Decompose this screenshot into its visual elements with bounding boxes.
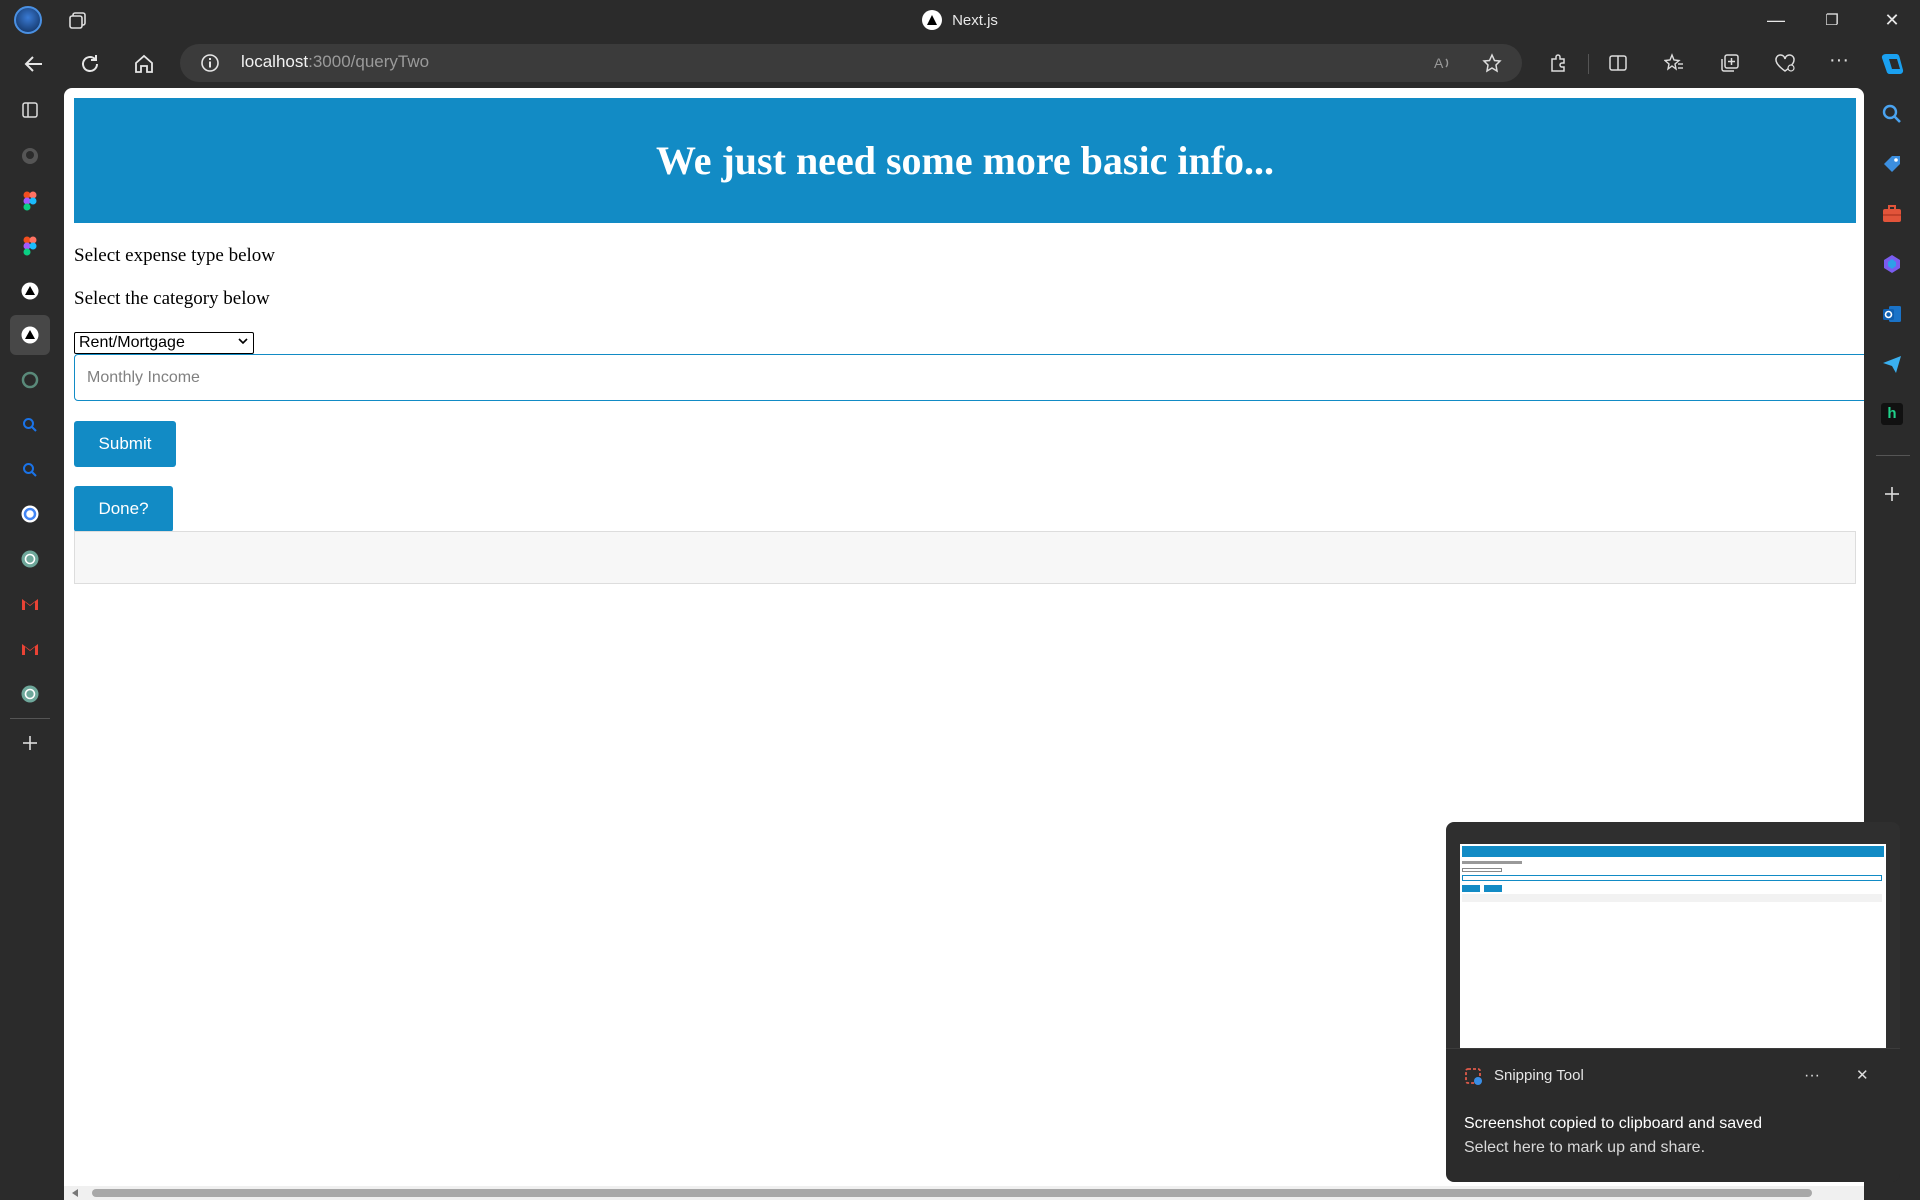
shopping-tag-icon[interactable] <box>1881 153 1903 175</box>
new-tab-plus-icon[interactable] <box>19 732 41 754</box>
category-label: Select the category below <box>74 288 270 309</box>
window-title-text: Next.js <box>952 11 998 29</box>
preview-input <box>1462 875 1882 881</box>
scroll-left-arrow-icon[interactable] <box>72 1189 78 1197</box>
nextjs-tab-icon[interactable] <box>19 280 41 302</box>
window-title: Next.js <box>0 0 1920 40</box>
search-icon[interactable] <box>1881 103 1903 125</box>
preview-text-line <box>1462 861 1522 864</box>
browser-essentials-icon[interactable] <box>1774 53 1796 73</box>
nextjs-logo-icon <box>922 10 943 30</box>
horizontal-scrollbar[interactable] <box>64 1186 1864 1200</box>
figma-tab-icon-2[interactable] <box>19 235 41 257</box>
chatgpt-tab-icon-2[interactable] <box>19 548 41 570</box>
vertical-tabs-bar <box>0 88 62 1200</box>
preview-banner <box>1462 846 1884 857</box>
gmail-tab-icon-2[interactable] <box>19 638 41 660</box>
nextjs-active-tab-icon[interactable] <box>19 324 41 346</box>
monthly-income-placeholder: Monthly Income <box>87 368 200 386</box>
results-panel <box>74 531 1856 584</box>
url-text[interactable]: localhost:3000/queryTwo <box>241 52 429 72</box>
chatgpt-tab-icon-3[interactable] <box>19 683 41 705</box>
preview-button-2 <box>1484 885 1502 892</box>
category-select[interactable]: Rent/Mortgage <box>74 332 254 354</box>
home-icon[interactable] <box>128 48 160 80</box>
toast-title: Screenshot copied to clipboard and saved <box>1464 1115 1762 1132</box>
screenshot-preview[interactable] <box>1446 822 1900 1048</box>
close-window-button[interactable]: ✕ <box>1864 0 1920 40</box>
snipping-tool-icon <box>1464 1067 1484 1087</box>
title-bar: Next.js — ❐ ✕ <box>0 0 1920 40</box>
more-options-icon[interactable]: ··· <box>1828 50 1850 73</box>
h-app-icon[interactable]: h <box>1881 403 1903 425</box>
category-select-value: Rent/Mortgage <box>79 334 185 351</box>
toast-more-button[interactable]: ··· <box>1804 1067 1820 1085</box>
svg-text:A: A <box>1434 55 1444 71</box>
copilot-icon[interactable] <box>1878 50 1906 78</box>
scrollbar-thumb[interactable] <box>92 1189 1812 1197</box>
preview-results <box>1462 894 1882 902</box>
minimize-button[interactable]: — <box>1748 0 1804 40</box>
m365-icon[interactable] <box>1881 253 1903 275</box>
monthly-income-input[interactable]: Monthly Income <box>74 354 1864 401</box>
figma-tab-icon[interactable] <box>19 190 41 212</box>
toast-close-button[interactable]: ✕ <box>1856 1066 1869 1084</box>
split-screen-icon[interactable] <box>1608 53 1628 73</box>
submit-button[interactable]: Submit <box>74 421 176 467</box>
preview-button <box>1462 885 1480 892</box>
toast-body: Select here to mark up and share. <box>1464 1139 1706 1156</box>
tools-briefcase-icon[interactable] <box>1881 203 1903 225</box>
search-tab-icon[interactable] <box>19 414 41 436</box>
preview-select <box>1462 868 1502 872</box>
sidebar-divider <box>1876 455 1910 456</box>
favorites-icon[interactable] <box>1663 53 1684 73</box>
tab-panel-icon[interactable] <box>19 99 41 121</box>
maximize-button[interactable]: ❐ <box>1804 0 1860 40</box>
read-aloud-icon[interactable]: A <box>1432 53 1452 73</box>
site-info-icon[interactable] <box>200 53 220 73</box>
desktop: Next.js — ❐ ✕ localhost:3000/queryTwo A <box>0 0 1920 1200</box>
chatgpt-tab-icon[interactable] <box>19 369 41 391</box>
gmail-tab-icon[interactable] <box>19 593 41 615</box>
outlook-icon[interactable] <box>1881 303 1903 325</box>
extensions-icon[interactable] <box>1548 53 1568 73</box>
back-arrow-icon[interactable] <box>18 48 50 80</box>
page-header-banner: We just need some more basic info... <box>74 98 1856 223</box>
snipping-tool-notification[interactable]: Snipping Tool ··· ✕ Screenshot copied to… <box>1446 1048 1900 1182</box>
done-button[interactable]: Done? <box>74 486 173 532</box>
toast-app-name: Snipping Tool <box>1494 1067 1584 1084</box>
search-tab-icon-2[interactable] <box>19 459 41 481</box>
github-tab-icon[interactable] <box>19 145 41 167</box>
rail-divider <box>10 718 50 719</box>
google-tab-icon[interactable] <box>19 503 41 525</box>
add-sidebar-app-icon[interactable] <box>1882 484 1902 504</box>
url-host: localhost <box>241 52 309 71</box>
favorite-star-icon[interactable] <box>1482 53 1502 73</box>
collections-icon[interactable] <box>1720 53 1740 73</box>
refresh-icon[interactable] <box>74 48 106 80</box>
send-icon[interactable] <box>1881 353 1903 375</box>
page-title: We just need some more basic info... <box>655 138 1275 183</box>
expense-type-label: Select expense type below <box>74 245 276 266</box>
toolbar-divider <box>1588 54 1589 74</box>
preview-thumbnail <box>1460 844 1886 1048</box>
chevron-down-icon <box>237 335 249 350</box>
url-path: :3000/queryTwo <box>308 52 430 71</box>
